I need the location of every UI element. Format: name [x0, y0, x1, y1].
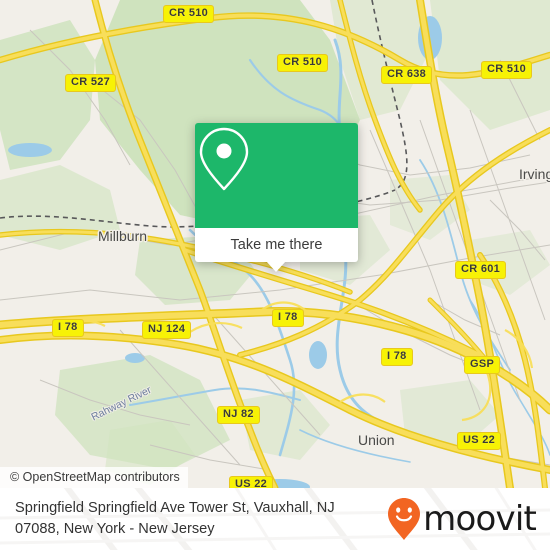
footer-bar: Springfield Springfield Ave Tower St, Va… [0, 488, 550, 550]
road-shield-cr-527: CR 527 [65, 74, 117, 92]
road-shield-gsp: GSP [464, 356, 501, 374]
footer-content: Springfield Springfield Ave Tower St, Va… [0, 488, 550, 550]
moovit-logo[interactable]: moovit [387, 497, 537, 541]
road-shield-nj-124: NJ 124 [142, 321, 192, 339]
road-shield-cr-510-east: CR 510 [481, 61, 533, 79]
road-shield-us-22-south: US 22 [229, 476, 274, 488]
place-label-union: Union [358, 432, 395, 448]
address-line-2: 07088, New York - New Jersey [15, 521, 215, 537]
road-shield-i-78-west: I 78 [52, 319, 84, 337]
destination-address: Springfield Springfield Ave Tower St, Va… [15, 498, 335, 540]
take-me-there-button[interactable]: Take me there [195, 228, 358, 262]
moovit-pin-smiley-icon [388, 498, 421, 540]
place-label-millburn: Millburn [98, 228, 148, 244]
road-shield-i-78-center: I 78 [272, 309, 304, 327]
road-shield-cr-638: CR 638 [381, 66, 433, 84]
road-shield-cr-510-north: CR 510 [163, 5, 215, 23]
map-pin-icon [199, 127, 249, 191]
road-shield-i-78-east: I 78 [381, 348, 413, 366]
moovit-wordmark: moovit [423, 499, 537, 539]
popup-tail-pointer [266, 261, 286, 272]
address-line-1: Springfield Springfield Ave Tower St, Va… [15, 500, 335, 516]
map-canvas[interactable]: Millburn Irving Union Rahway River CR 51… [0, 0, 550, 488]
popup-pin-area [195, 123, 358, 228]
road-shield-us-22-east: US 22 [457, 432, 502, 450]
road-shield-nj-82: NJ 82 [217, 406, 260, 424]
place-label-irvington: Irving [519, 166, 550, 182]
osm-attribution[interactable]: © OpenStreetMap contributors [0, 467, 188, 488]
road-shield-cr-601: CR 601 [455, 261, 507, 279]
destination-popup-card[interactable]: Take me there [195, 123, 358, 272]
moovit-map-screenshot: Millburn Irving Union Rahway River CR 51… [0, 0, 550, 550]
road-shield-cr-510-upper: CR 510 [277, 54, 329, 72]
